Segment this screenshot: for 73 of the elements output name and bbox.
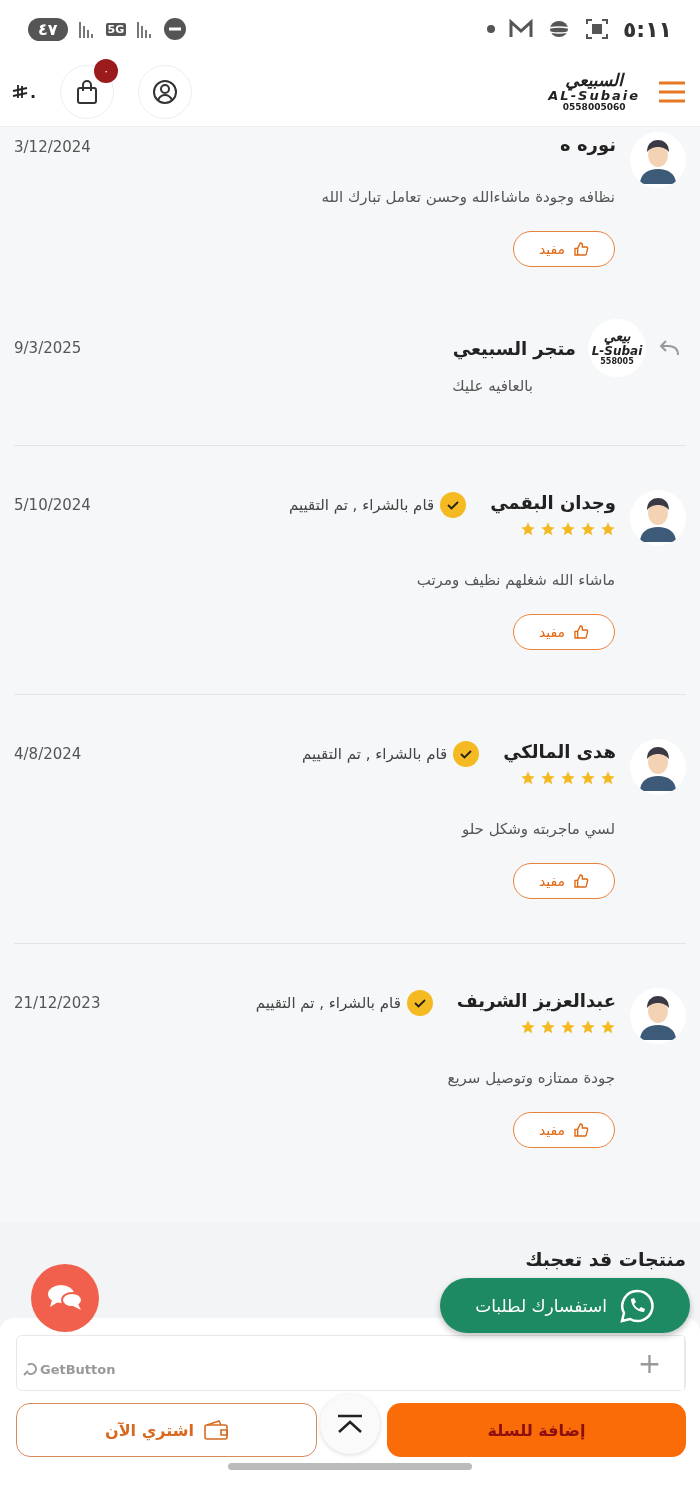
cart-count-badge: ٠ — [94, 59, 119, 83]
riyal-icon — [12, 84, 28, 100]
mail-icon — [508, 19, 533, 39]
status-time: ٥:١١ — [622, 16, 672, 42]
star-icon — [540, 770, 556, 786]
wallet-icon — [204, 1420, 228, 1440]
gallery-icon — [584, 18, 609, 40]
star-icon — [600, 521, 616, 537]
dot-icon — [486, 25, 495, 33]
star-icon — [540, 1019, 556, 1035]
review-date: 5/10/2024 — [14, 495, 91, 514]
reply-date: 9/3/2025 — [14, 339, 82, 357]
thumbs-up-icon — [573, 873, 590, 889]
helpful-button[interactable]: مفيد — [513, 1112, 615, 1148]
getbutton-logo-icon — [22, 1362, 38, 1377]
store-name: متجر السبيعي — [452, 337, 576, 359]
reviewer-name: عبدالعزيز الشريف — [456, 990, 616, 1011]
star-icon — [520, 521, 536, 537]
user-icon — [152, 79, 179, 105]
star-icon — [600, 770, 616, 786]
review-date: 21/12/2023 — [14, 993, 101, 1012]
reviewer-name: نوره ه — [560, 134, 616, 155]
shopping-bag-icon — [75, 79, 100, 105]
helpful-button[interactable]: مفيد — [513, 231, 615, 267]
star-icon — [580, 770, 596, 786]
signal-icon — [77, 20, 96, 38]
section-title: منتجات قد تعجبك — [524, 1248, 686, 1270]
buy-now-button[interactable]: اشتري الآن — [16, 1403, 317, 1457]
review-text: جودة ممتازه وتوصيل سريع — [446, 1069, 615, 1087]
account-button[interactable] — [138, 65, 193, 119]
menu-icon[interactable] — [658, 81, 686, 103]
thumbs-up-icon — [573, 241, 590, 257]
cart-button[interactable] — [60, 65, 115, 119]
thumbs-up-icon — [573, 624, 590, 640]
helpful-button[interactable]: مفيد — [513, 863, 615, 899]
thumbs-up-icon — [573, 1122, 590, 1138]
reviewer-name: وجدان البقمي — [490, 492, 616, 513]
battery-indicator: ٤٧ — [28, 17, 68, 41]
check-badge-icon — [406, 990, 433, 1016]
review-text: نظافه وجودة ماشاءالله وحسن تعامل تبارك الله — [320, 188, 615, 206]
whatsapp-button[interactable]: استفسارك لطلبات — [440, 1278, 690, 1333]
helpful-button[interactable]: مفيد — [513, 614, 615, 650]
review-date: 3/12/2024 — [14, 137, 91, 156]
phone-bubble-icon — [618, 1287, 655, 1324]
star-icon — [580, 1019, 596, 1035]
review-date: 4/8/2024 — [14, 744, 82, 763]
star-icon — [520, 1019, 536, 1035]
logo-phone: 0558005060 — [562, 103, 626, 113]
review-text: لسي ماجربته وشكل حلو — [460, 820, 615, 838]
reviewer-name: هدى المالكي — [503, 741, 616, 762]
do-not-disturb-icon — [164, 18, 187, 40]
network-label: 5G — [105, 22, 127, 36]
reply-text: بالعافيه عليك — [451, 377, 533, 395]
verified-purchase-label: قام بالشراء , تم التقييم — [289, 496, 435, 514]
scroll-top-icon — [336, 1414, 364, 1434]
verified-purchase-label: قام بالشراء , تم التقييم — [302, 745, 448, 763]
getbutton-label: GetButton — [40, 1362, 116, 1377]
star-icon — [560, 1019, 576, 1035]
star-icon — [560, 770, 576, 786]
logo-text: السبيعي — [565, 71, 623, 90]
star-icon — [520, 770, 536, 786]
review-text: ماشاء الله شغلهم نظيف ومرتب — [415, 571, 615, 589]
star-icon — [540, 521, 556, 537]
reply-arrow-icon — [658, 339, 682, 357]
star-icon — [560, 521, 576, 537]
verified-purchase-label: قام بالشراء , تم التقييم — [255, 994, 401, 1012]
check-badge-icon — [440, 492, 467, 518]
add-to-cart-button[interactable]: إضافة للسلة — [387, 1403, 686, 1457]
star-icon — [580, 521, 596, 537]
check-badge-icon — [453, 741, 480, 767]
price-text: . — [30, 82, 37, 102]
logo-text: AL-Subaie — [548, 89, 640, 103]
star-icon — [600, 1019, 616, 1035]
